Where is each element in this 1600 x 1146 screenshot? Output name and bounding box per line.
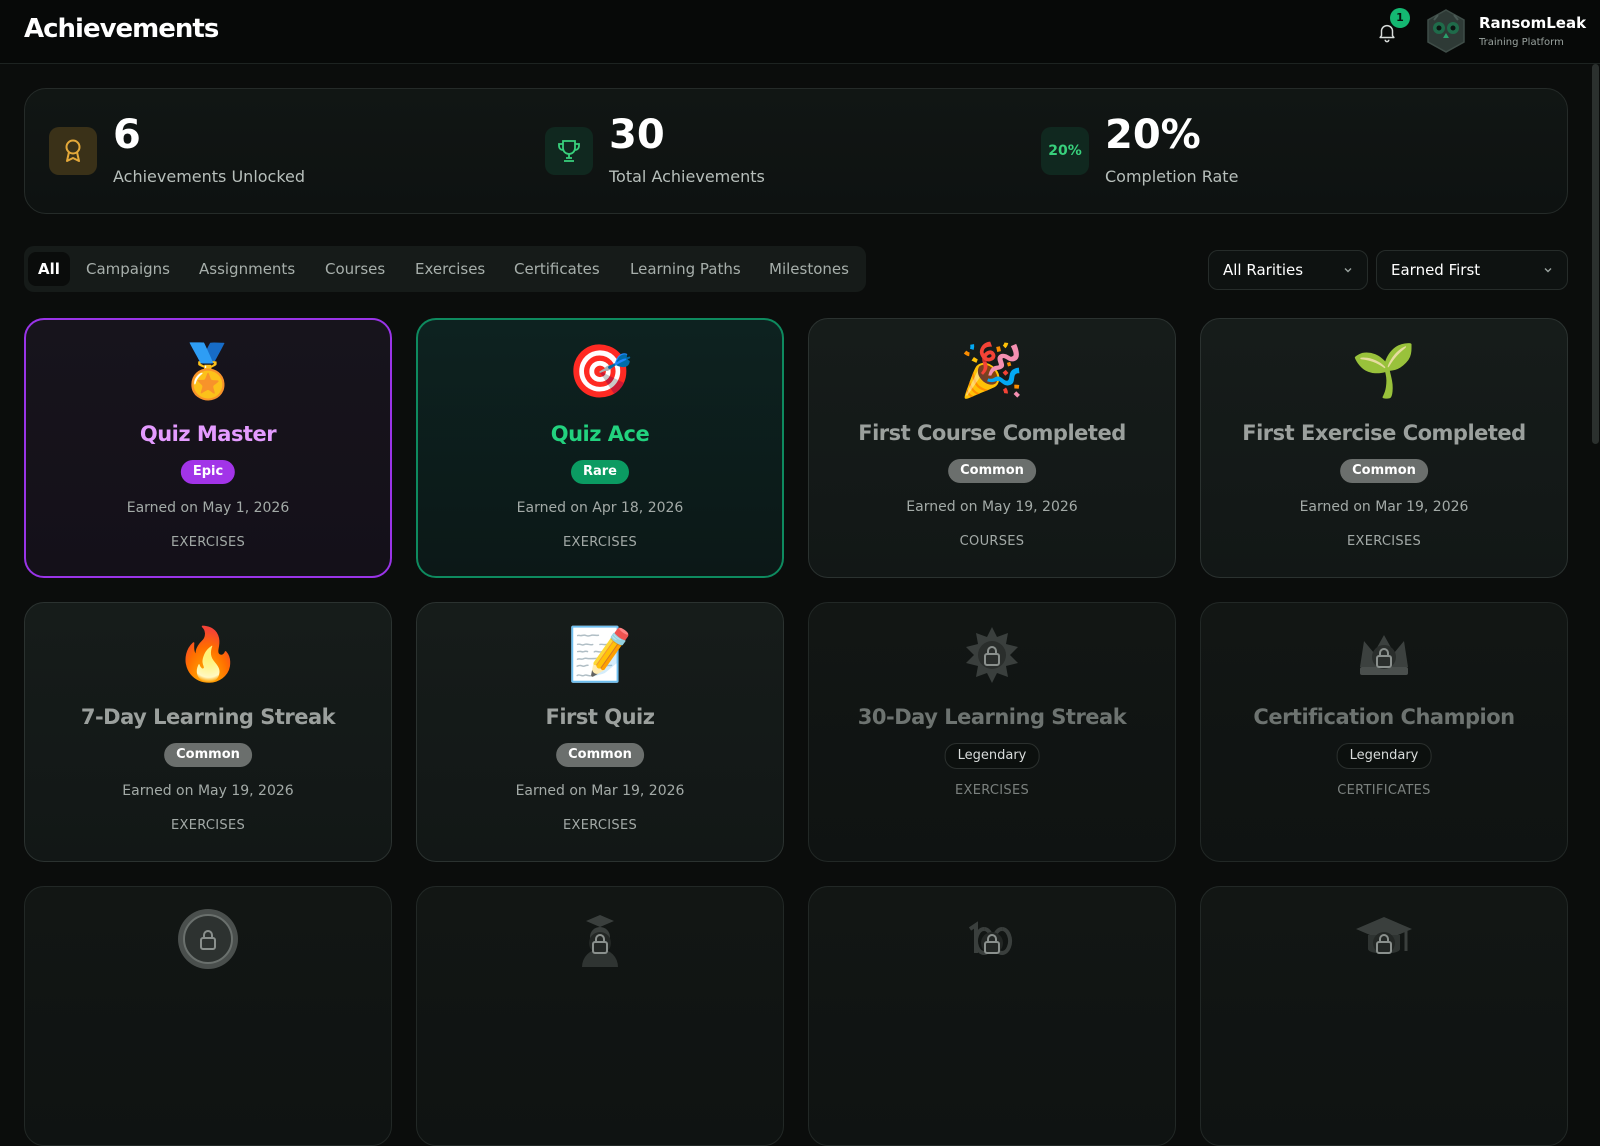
stat-label: Achievements Unlocked	[113, 167, 306, 186]
stat-label: Completion Rate	[1105, 167, 1239, 186]
achievement-title: Quiz Master	[139, 422, 277, 446]
achievement-category: EXERCISES	[170, 818, 246, 833]
achievement-category: CERTIFICATES	[1337, 783, 1431, 798]
tab-assignments[interactable]: Assignments	[199, 252, 295, 286]
earned-date: Earned on Mar 19, 2026	[1299, 499, 1469, 515]
earned-date: Earned on May 1, 2026	[126, 500, 290, 516]
tab-milestones[interactable]: Milestones	[769, 252, 849, 286]
rarity-badge: Common	[164, 743, 252, 767]
tab-learning-paths[interactable]: Learning Paths	[630, 252, 741, 286]
achievement-title: 7-Day Learning Streak	[80, 705, 336, 729]
chevron-down-icon	[1544, 268, 1552, 273]
earned-date: Earned on May 19, 2026	[906, 499, 1078, 515]
achievement-card-first-course[interactable]: 🎉 First Course Completed Common Earned o…	[808, 318, 1176, 578]
achievement-card-first-quiz[interactable]: 📝 First Quiz Common Earned on Mar 19, 20…	[416, 602, 784, 862]
tab-all[interactable]: All	[28, 252, 70, 286]
achievement-category: EXERCISES	[1346, 534, 1422, 549]
stat-unlocked: 6 Achievements Unlocked	[25, 89, 525, 213]
achievement-category: EXERCISES	[170, 535, 246, 550]
tab-campaigns[interactable]: Campaigns	[86, 252, 170, 286]
top-bar: Achievements 1 RansomLeak Training Platf…	[0, 0, 1600, 64]
achievement-card-locked[interactable]	[416, 886, 784, 1146]
achievement-category: COURSES	[959, 534, 1025, 549]
achievement-category: EXERCISES	[562, 535, 638, 550]
earned-date: Earned on Mar 19, 2026	[515, 783, 685, 799]
achievement-card-7-day-streak[interactable]: 🔥 7-Day Learning Streak Common Earned on…	[24, 602, 392, 862]
achievement-card-locked[interactable]	[808, 886, 1176, 1146]
completion-icon: 20%	[1041, 127, 1089, 175]
party-popper-icon: 🎉	[959, 341, 1025, 401]
tab-courses[interactable]: Courses	[325, 252, 385, 286]
achievement-category: EXERCISES	[954, 783, 1030, 798]
achievement-card-quiz-ace[interactable]: 🎯 Quiz Ace Rare Earned on Apr 18, 2026 E…	[416, 318, 784, 578]
notification-badge: 1	[1390, 8, 1410, 28]
stat-value: 6	[113, 112, 141, 158]
earned-date: Earned on Apr 18, 2026	[516, 500, 684, 516]
target-icon: 🎯	[567, 342, 633, 402]
completion-icon-text: 20%	[1048, 143, 1082, 159]
stat-value: 30	[609, 112, 665, 158]
category-tabs: All Campaigns Assignments Courses Exerci…	[24, 246, 866, 292]
achievement-card-certification-champion[interactable]: Certification Champion Legendary CERTIFI…	[1200, 602, 1568, 862]
locked-crown-icon	[1201, 623, 1567, 687]
achievement-title: First Course Completed	[858, 421, 1126, 445]
achievement-card-first-exercise[interactable]: 🌱 First Exercise Completed Common Earned…	[1200, 318, 1568, 578]
achievement-card-30-day-streak[interactable]: 30-Day Learning Streak Legendary EXERCIS…	[808, 602, 1176, 862]
achievement-category: EXERCISES	[562, 818, 638, 833]
achievement-title: Quiz Ace	[550, 422, 650, 446]
page-title: Achievements	[24, 14, 219, 44]
memo-icon: 📝	[567, 625, 633, 685]
tab-certificates[interactable]: Certificates	[514, 252, 600, 286]
seedling-icon: 🌱	[1351, 341, 1417, 401]
stat-total: 30 Total Achievements	[521, 89, 1021, 213]
trophy-icon	[545, 127, 593, 175]
locked-badge-icon	[809, 623, 1175, 687]
rarity-badge: Rare	[570, 460, 630, 484]
rarity-badge: Common	[556, 743, 644, 767]
rarity-badge: Common	[1340, 459, 1428, 483]
brand-name: RansomLeak	[1479, 14, 1587, 32]
scrollbar-thumb[interactable]	[1592, 64, 1599, 444]
achievement-card-quiz-master[interactable]: 🏅 Quiz Master Epic Earned on May 1, 2026…	[24, 318, 392, 578]
tab-exercises[interactable]: Exercises	[415, 252, 485, 286]
rarity-badge: Common	[948, 459, 1036, 483]
stat-completion: 20% 20% Completion Rate	[1017, 89, 1517, 213]
locked-graduate-icon	[417, 907, 783, 971]
chevron-down-icon	[1344, 268, 1352, 273]
rarity-badge: Legendary	[1336, 743, 1432, 769]
locked-hundred-icon	[809, 907, 1175, 971]
brand-subtitle: Training Platform	[1479, 37, 1564, 48]
stat-label: Total Achievements	[609, 167, 765, 186]
earned-date: Earned on May 19, 2026	[122, 783, 294, 799]
achievement-card-locked[interactable]	[24, 886, 392, 1146]
medal-icon: 🏅	[175, 342, 241, 402]
achievement-title: First Exercise Completed	[1242, 421, 1526, 445]
locked-cap-icon	[1201, 907, 1567, 971]
rarity-badge: Legendary	[944, 743, 1040, 769]
locked-coin-icon	[25, 907, 391, 971]
achievement-title: Certification Champion	[1253, 705, 1515, 729]
rarity-select-value: All Rarities	[1223, 261, 1304, 279]
avatar[interactable]	[1424, 8, 1468, 54]
achievement-card-locked[interactable]	[1200, 886, 1568, 1146]
medal-icon	[49, 127, 97, 175]
fire-icon: 🔥	[175, 625, 241, 685]
stats-panel: 6 Achievements Unlocked 30 Total Achieve…	[24, 88, 1568, 214]
stat-value: 20%	[1105, 112, 1201, 158]
achievement-title: 30-Day Learning Streak	[857, 705, 1127, 729]
sort-select[interactable]: Earned First	[1376, 250, 1568, 290]
achievement-title: First Quiz	[545, 705, 655, 729]
rarity-select[interactable]: All Rarities	[1208, 250, 1368, 290]
rarity-badge: Epic	[180, 460, 236, 484]
sort-select-value: Earned First	[1391, 261, 1481, 279]
